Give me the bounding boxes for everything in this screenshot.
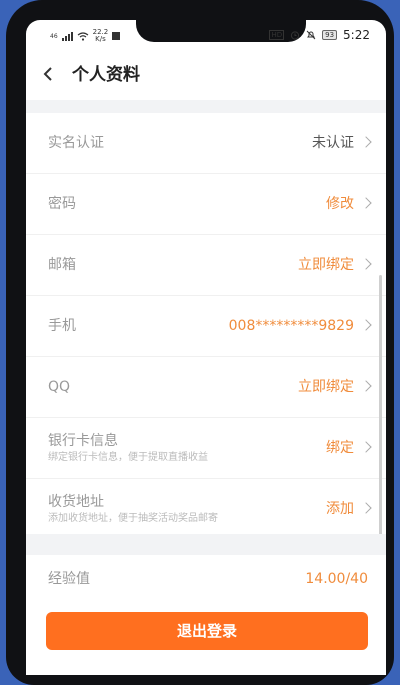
row-bank-card[interactable]: 银行卡信息 绑定银行卡信息，便于提取直播收益 绑定	[26, 418, 386, 479]
speed-unit: K/s	[95, 35, 106, 43]
row-label: 密码	[48, 196, 76, 212]
row-qq[interactable]: QQ 立即绑定	[26, 357, 386, 418]
clock: 5:22	[343, 28, 370, 42]
scrollbar[interactable]	[379, 275, 382, 545]
network-speed: 22.2 K/s	[93, 29, 109, 43]
row-shipping-address[interactable]: 收货地址 添加收货地址，便于抽奖活动奖品邮寄 添加	[26, 479, 386, 540]
row-value: 修改	[326, 196, 354, 212]
experience-value: 14.00/40	[305, 571, 368, 587]
row-label: 银行卡信息	[48, 433, 118, 449]
chevron-right-icon	[360, 258, 372, 270]
row-password[interactable]: 密码 修改	[26, 174, 386, 235]
row-label: 收货地址	[48, 494, 104, 510]
chevron-right-icon	[360, 502, 372, 514]
app-notification-icon	[112, 32, 121, 40]
chevron-right-icon	[360, 380, 372, 392]
row-value: 未认证	[312, 135, 354, 151]
wifi-icon	[77, 31, 89, 41]
screen: 46 22.2 K/s HD 93 5:22 个人资料 实名认证 未认证 密码 …	[26, 20, 386, 675]
row-label: 手机	[48, 318, 76, 334]
row-label: 邮箱	[48, 257, 76, 273]
back-button[interactable]	[42, 60, 54, 88]
row-label: 实名认证	[48, 135, 104, 151]
signal-icon	[61, 31, 73, 41]
row-real-name-verification[interactable]: 实名认证 未认证	[26, 113, 386, 174]
signal-type-label: 46	[50, 32, 58, 40]
page-title: 个人资料	[72, 65, 140, 85]
status-bar: 46 22.2 K/s HD 93 5:22	[26, 20, 386, 48]
alarm-icon	[291, 31, 300, 40]
chevron-right-icon	[360, 136, 372, 148]
chevron-right-icon	[360, 441, 372, 453]
row-subtitle: 绑定银行卡信息，便于提取直播收益	[48, 452, 208, 463]
section-divider	[26, 534, 386, 555]
row-label: QQ	[48, 379, 71, 395]
battery-icon: 93	[322, 30, 338, 40]
row-value: 绑定	[326, 440, 354, 456]
chevron-right-icon	[360, 319, 372, 331]
mute-bell-icon	[306, 30, 316, 40]
row-value: 008*********9829	[228, 318, 354, 334]
row-phone[interactable]: 手机 008*********9829	[26, 296, 386, 357]
row-value: 立即绑定	[298, 257, 354, 273]
header: 个人资料	[26, 50, 386, 100]
row-subtitle: 添加收货地址，便于抽奖活动奖品邮寄	[48, 513, 218, 524]
chevron-right-icon	[360, 197, 372, 209]
phone-bezel: 46 22.2 K/s HD 93 5:22 个人资料 实名认证 未认证 密码 …	[6, 0, 394, 685]
section-divider	[26, 100, 386, 113]
chevron-left-icon	[43, 67, 52, 81]
logout-button[interactable]: 退出登录	[46, 612, 368, 650]
profile-settings-list: 实名认证 未认证 密码 修改 邮箱 立即绑定 手机 008*********98…	[26, 113, 386, 540]
row-email[interactable]: 邮箱 立即绑定	[26, 235, 386, 296]
experience-row: 经验值 14.00/40	[26, 555, 386, 603]
experience-label: 经验值	[48, 571, 90, 587]
hd-badge: HD	[269, 30, 285, 40]
row-value: 立即绑定	[298, 379, 354, 395]
row-value: 添加	[326, 501, 354, 517]
